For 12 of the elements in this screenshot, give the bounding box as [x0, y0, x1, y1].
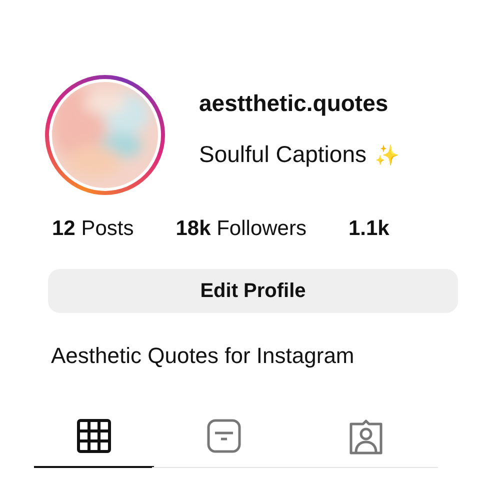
profile-tab[interactable]: [34, 419, 154, 468]
edit-profile-button[interactable]: Edit Profile: [48, 269, 458, 313]
stat-count[interactable]: 1.1k: [348, 217, 390, 241]
stat-count[interactable]: 12 Posts: [52, 217, 134, 241]
stat-count[interactable]: 18k Followers: [176, 217, 306, 241]
feed-icon: [207, 419, 241, 453]
sparkles-emoji: ✨: [374, 145, 400, 167]
profile-caption: Soulful Captions: [199, 141, 366, 167]
grid-icon: [77, 419, 111, 453]
tagged-person-icon: [348, 419, 384, 455]
bio-text: Aesthetic Quotes for Instagram: [51, 343, 356, 369]
username: aestthetic.quotes: [199, 90, 390, 117]
